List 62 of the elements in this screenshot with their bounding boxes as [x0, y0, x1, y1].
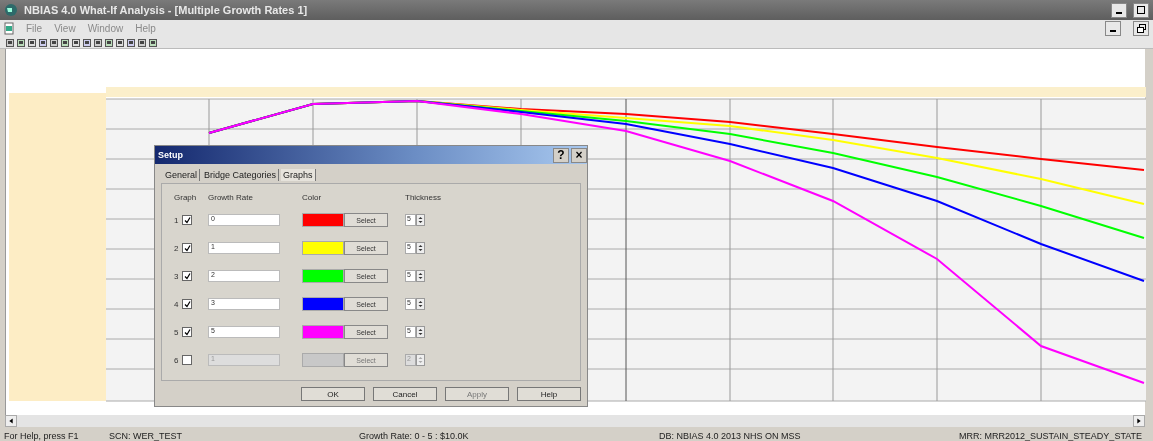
toolbar-icon[interactable]	[28, 38, 36, 47]
minimize-button[interactable]	[1105, 21, 1121, 36]
dialog-button[interactable]: Cancel	[373, 387, 437, 401]
toolbar-icon[interactable]	[105, 38, 113, 47]
horizontal-scrollbar[interactable]	[5, 415, 1145, 427]
spin-arrows-icon[interactable]	[416, 270, 425, 282]
status-text: Growth Rate: 0 - 5 : $10.0K	[359, 431, 470, 441]
close-button[interactable]: ×	[571, 147, 587, 163]
toolbar-icon[interactable]	[50, 38, 58, 47]
graph-number: 5	[174, 327, 179, 337]
scroll-left-icon[interactable]	[5, 415, 17, 427]
graph-number: 6	[174, 355, 179, 365]
scroll-right-icon[interactable]	[1133, 415, 1145, 427]
toolbar-icon[interactable]	[94, 38, 102, 47]
toolbar-icon[interactable]	[83, 38, 91, 47]
graph-number: 1	[174, 215, 179, 225]
restore-button[interactable]	[1133, 21, 1149, 36]
checkbox[interactable]	[182, 243, 193, 253]
toolbar-icon[interactable]	[39, 38, 47, 47]
tab[interactable]: General	[163, 169, 201, 181]
status-text: SCN: WER_TEST	[109, 431, 183, 441]
toolbar-icon[interactable]	[138, 38, 146, 47]
minimize-button[interactable]	[1111, 2, 1127, 18]
column-header: Growth Rate	[208, 192, 254, 204]
spin-arrows-icon[interactable]	[416, 326, 425, 338]
restore-icon	[1136, 24, 1146, 33]
status-text: DB: NBIAS 4.0 2013 NHS ON MSS	[659, 431, 802, 441]
checkbox[interactable]	[182, 299, 193, 309]
status-text: For Help, press F1	[4, 431, 80, 441]
dialog-button[interactable]: Help	[517, 387, 581, 401]
toolbar-icon[interactable]	[17, 38, 25, 47]
toolbar-icon[interactable]	[72, 38, 80, 47]
dialog-title: Setup	[158, 150, 184, 160]
help-button[interactable]: ?	[553, 147, 569, 163]
tab[interactable]: Graphs	[281, 169, 316, 181]
minimize-icon	[1110, 30, 1116, 32]
spin-arrows-icon[interactable]	[416, 214, 425, 226]
toolbar-icon[interactable]	[149, 38, 157, 47]
graph-number: 3	[174, 271, 179, 281]
tab[interactable]: Bridge Categories	[202, 169, 280, 181]
checkbox[interactable]	[182, 215, 193, 225]
status-text: MRR: MRR2012_SUSTAIN_STEADY_STATE	[959, 431, 1144, 441]
toolbar-icon[interactable]	[127, 38, 135, 47]
maximize-button[interactable]	[1133, 2, 1149, 18]
graph-number: 2	[174, 243, 179, 253]
document-icon	[4, 22, 14, 35]
graph-number: 4	[174, 299, 179, 309]
spin-arrows-icon[interactable]	[416, 242, 425, 254]
maximize-icon	[1137, 6, 1145, 14]
spin-arrows-icon[interactable]	[416, 298, 425, 310]
minimize-icon	[1116, 11, 1122, 14]
globe-icon	[4, 3, 18, 17]
toolbar-icon[interactable]	[116, 38, 124, 47]
checkbox[interactable]	[182, 271, 193, 281]
column-header: Thickness	[405, 192, 442, 204]
toolbar-icon[interactable]	[6, 38, 14, 47]
dialog-button[interactable]: OK	[301, 387, 365, 401]
column-header: Color	[302, 192, 323, 204]
checkbox[interactable]	[182, 327, 193, 337]
window-title: NBIAS 4.0 What-If Analysis - [Multiple Growth Rates 1]	[24, 4, 309, 16]
column-header: Graph	[174, 192, 198, 204]
toolbar-icon[interactable]	[61, 38, 69, 47]
